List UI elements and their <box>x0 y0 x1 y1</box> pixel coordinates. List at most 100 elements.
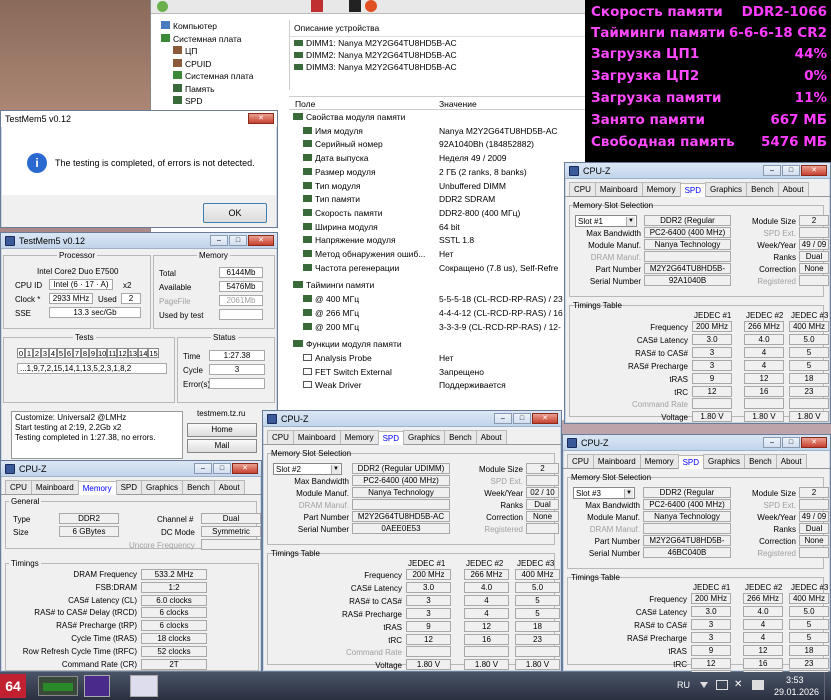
tab-about[interactable]: About <box>777 182 809 196</box>
tab-bench[interactable]: Bench <box>744 454 777 468</box>
tab-memory[interactable]: Memory <box>639 454 679 468</box>
slot-select[interactable]: Slot #2 ▼ <box>273 463 342 475</box>
tab-graphics[interactable]: Graphics <box>403 430 446 444</box>
prop-row[interactable]: Дата выпуска Неделя 49 / 2009 <box>303 153 586 163</box>
prop-row[interactable]: @ 400 МГц 5-5-5-18 (CL-RCD-RP-RAS) / 23 <box>303 294 586 304</box>
tab-bench[interactable]: Bench <box>444 430 477 444</box>
tab-memory[interactable]: Memory <box>77 481 117 495</box>
device-item[interactable]: DIMM2: Nanya M2Y2G64TU8HD5B-AC <box>290 49 586 61</box>
minimize-button[interactable]: – <box>210 235 228 246</box>
tab-mainboard[interactable]: Mainboard <box>30 480 79 494</box>
tab-mainboard[interactable]: Mainboard <box>592 454 641 468</box>
prop-row[interactable]: Скорость памяти DDR2-800 (400 МГц) <box>303 208 586 218</box>
tree-item-cpuid[interactable]: CPUID <box>161 58 286 71</box>
tray-icon[interactable] <box>700 682 708 688</box>
prop-row[interactable]: Ширина модуля 64 bit <box>303 222 586 232</box>
prop-row[interactable]: Напряжение модуля SSTL 1.8 <box>303 235 586 245</box>
tree-item-computer[interactable]: Компьютер <box>161 20 286 33</box>
tab-spd[interactable]: SPD <box>679 183 707 197</box>
jedec-value: 4.0 <box>464 581 509 593</box>
field-label: JEDEC #2 <box>466 559 504 568</box>
device-item[interactable]: DIMM3: Nanya M2Y2G64TU8HD5B-AC <box>290 61 586 73</box>
tab-about[interactable]: About <box>775 454 807 468</box>
slot-select[interactable]: Slot #3 ▼ <box>573 487 635 499</box>
prop-row[interactable]: @ 266 МГц 4-4-4-12 (CL-RCD-RP-RAS) / 16 <box>303 308 586 318</box>
tab-graphics[interactable]: Graphics <box>703 454 746 468</box>
prop-row[interactable]: Метод обнаружения ошиб... Нет <box>303 249 586 259</box>
update-icon[interactable] <box>365 0 377 12</box>
prop-row[interactable]: Тип модуля Unbuffered DIMM <box>303 181 586 191</box>
close-button[interactable]: ✕ <box>801 437 827 448</box>
close-button[interactable]: ✕ <box>232 463 258 474</box>
col-value[interactable]: Значение <box>439 99 477 109</box>
prop-row[interactable]: Weak Driver Поддерживается <box>303 380 586 390</box>
prop-row[interactable]: Имя модуля Nanya M2Y2G64TU8HD5B-AC <box>303 126 586 136</box>
field-label: JEDEC #3 <box>791 583 829 592</box>
tab-mainboard[interactable]: Mainboard <box>594 182 643 196</box>
show-desktop-button[interactable] <box>824 672 831 700</box>
tree-item-cpu[interactable]: ЦП <box>161 45 286 58</box>
tab-graphics[interactable]: Graphics <box>141 480 184 494</box>
cpu-app-icon[interactable] <box>84 675 110 697</box>
prop-row[interactable]: Размер модуля 2 ГБ (2 ranks, 8 banks) <box>303 167 586 177</box>
clock-date[interactable]: 29.01.2026 <box>774 687 819 697</box>
prop-row[interactable]: Тип памяти DDR2 SDRAM <box>303 194 586 204</box>
prop-row[interactable]: Серийный номер 92A1040Bh (184852882) <box>303 139 586 149</box>
tab-cpu[interactable]: CPU <box>5 480 32 494</box>
minimize-button[interactable]: – <box>194 463 212 474</box>
close-button[interactable]: ✕ <box>532 413 558 424</box>
close-button[interactable]: ✕ <box>801 165 827 176</box>
tab-memory[interactable]: Memory <box>339 430 379 444</box>
tab-memory[interactable]: Memory <box>641 182 681 196</box>
col-field[interactable]: Поле <box>295 99 315 109</box>
report-icon[interactable] <box>311 0 323 12</box>
network-icon[interactable] <box>716 680 728 690</box>
minimize-button[interactable]: – <box>763 437 781 448</box>
memory-app-icon[interactable] <box>38 676 78 696</box>
prop-row[interactable]: FET Switch External Запрещено <box>303 367 586 377</box>
clock-time[interactable]: 3:53 <box>786 675 804 685</box>
tab-cpu[interactable]: CPU <box>267 430 294 444</box>
tab-about[interactable]: About <box>213 480 245 494</box>
mute-icon[interactable]: ✕ <box>734 679 742 690</box>
tab-spd[interactable]: SPD <box>377 431 405 445</box>
tree-item-spd[interactable]: SPD <box>161 95 286 108</box>
refresh-icon[interactable] <box>157 1 168 12</box>
maximize-button[interactable]: □ <box>782 437 800 448</box>
minimize-button[interactable]: – <box>494 413 512 424</box>
home-button[interactable]: Home <box>187 423 257 437</box>
tab-spd[interactable]: SPD <box>677 455 705 469</box>
bench-icon[interactable] <box>349 0 361 12</box>
power-icon[interactable] <box>752 680 764 690</box>
tab-bench[interactable]: Bench <box>746 182 779 196</box>
prop-row[interactable]: Analysis Probe Нет <box>303 353 586 363</box>
close-button[interactable]: ✕ <box>248 113 274 124</box>
tab-mainboard[interactable]: Mainboard <box>292 430 341 444</box>
tab-bench[interactable]: Bench <box>182 480 215 494</box>
maximize-button[interactable]: □ <box>213 463 231 474</box>
window-app-icon[interactable] <box>130 675 158 697</box>
lang-indicator[interactable]: RU <box>677 680 690 690</box>
prop-row[interactable]: Частота регенерации Сокращено (7.8 us), S… <box>303 263 586 273</box>
maximize-button[interactable]: □ <box>229 235 247 246</box>
tab-about[interactable]: About <box>475 430 507 444</box>
maximize-button[interactable]: □ <box>513 413 531 424</box>
site-link[interactable]: testmem.tz.ru <box>197 409 245 418</box>
tree-item-memory[interactable]: Память <box>161 83 286 96</box>
prop-row[interactable]: @ 200 МГц 3-3-3-9 (CL-RCD-RP-RAS) / 12- <box>303 322 586 332</box>
close-button[interactable]: ✕ <box>248 235 274 246</box>
mail-button[interactable]: Mail <box>187 439 257 453</box>
jedec-value: 12 <box>692 385 732 397</box>
tree-item-board[interactable]: Системная плата <box>161 33 286 46</box>
tab-cpu[interactable]: CPU <box>569 182 596 196</box>
slot-select[interactable]: Slot #1 ▼ <box>575 215 637 227</box>
device-item[interactable]: DIMM1: Nanya M2Y2G64TU8HD5B-AC <box>290 37 586 49</box>
tab-graphics[interactable]: Graphics <box>705 182 748 196</box>
tree-item-mainboard[interactable]: Системная плата <box>161 70 286 83</box>
ok-button[interactable]: OK <box>203 203 267 223</box>
tab-cpu[interactable]: CPU <box>567 454 594 468</box>
badge-64[interactable]: 64 <box>0 674 26 698</box>
minimize-button[interactable]: – <box>763 165 781 176</box>
maximize-button[interactable]: □ <box>782 165 800 176</box>
tab-spd[interactable]: SPD <box>115 480 143 494</box>
